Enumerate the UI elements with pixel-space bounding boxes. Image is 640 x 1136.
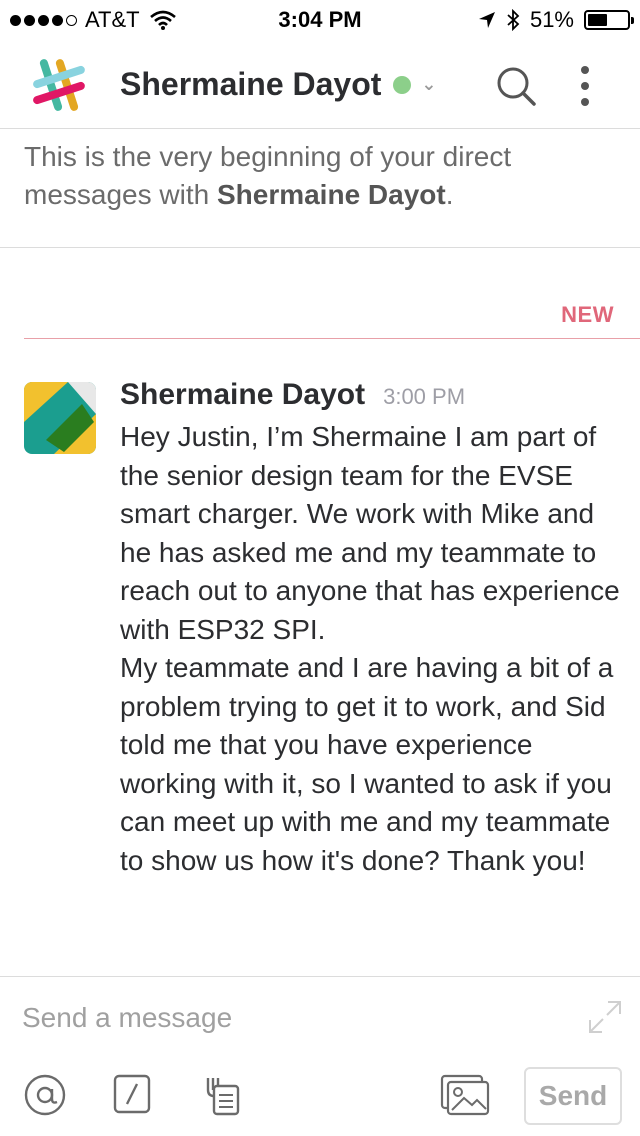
slash-command-icon[interactable] <box>113 1074 151 1114</box>
dm-intro: This is the very beginning of your direc… <box>24 138 616 214</box>
location-arrow-icon <box>478 12 495 28</box>
bluetooth-icon <box>507 9 520 31</box>
composer-divider <box>0 976 640 977</box>
search-icon[interactable] <box>494 64 538 108</box>
dm-intro-name: Shermaine Dayot <box>216 179 446 210</box>
status-bar: AT&T 3:04 PM 51% <box>0 0 640 40</box>
more-options-icon[interactable] <box>570 64 600 108</box>
intro-divider <box>0 247 640 248</box>
conversation-title[interactable]: Shermaine Dayot ⌄ <box>120 66 437 103</box>
photo-icon[interactable] <box>440 1074 490 1116</box>
message-sender[interactable]: Shermaine Dayot <box>120 378 365 412</box>
expand-icon[interactable] <box>586 998 624 1036</box>
message-timestamp: 3:00 PM <box>383 384 466 409</box>
conversation-header: Shermaine Dayot ⌄ <box>0 40 640 129</box>
message-paragraph: My teammate and I are having a bit of a … <box>120 652 614 876</box>
status-right: 51% <box>478 7 634 33</box>
new-messages-label: NEW <box>561 302 614 327</box>
send-button[interactable]: Send <box>524 1067 622 1125</box>
battery-icon <box>584 10 634 30</box>
message-input[interactable] <box>22 996 562 1040</box>
message-paragraph: Hey Justin, I’m Shermaine I am part of t… <box>120 421 620 645</box>
conversation-title-text: Shermaine Dayot <box>120 66 382 102</box>
presence-indicator <box>393 75 412 94</box>
dm-intro-end: . <box>445 179 454 210</box>
chevron-down-icon: ⌄ <box>421 74 437 94</box>
message-body: Hey Justin, I’m Shermaine I am part of t… <box>120 418 620 880</box>
new-messages-line <box>24 338 640 339</box>
avatar[interactable] <box>24 382 96 454</box>
at-mention-icon[interactable] <box>24 1074 66 1116</box>
battery-percent: 51% <box>529 7 574 32</box>
slack-logo-icon[interactable] <box>30 56 88 114</box>
file-upload-icon[interactable] <box>200 1074 240 1116</box>
battery-fill <box>588 14 607 26</box>
message-header: Shermaine Dayot 3:00 PM <box>120 378 465 412</box>
